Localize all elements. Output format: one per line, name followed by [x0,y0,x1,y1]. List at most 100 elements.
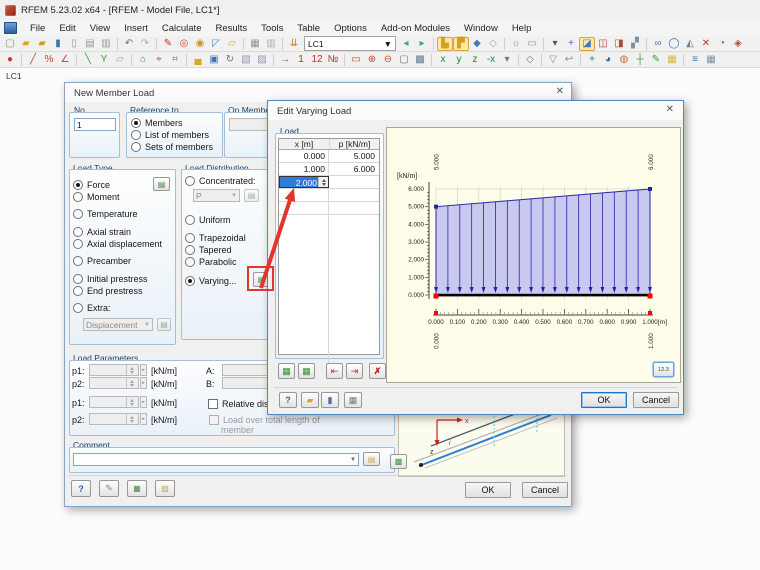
chain-link-icon[interactable]: ∞ [650,37,666,51]
cell-x1[interactable]: 0.000 [279,150,329,162]
insert-row-button[interactable]: ⇤ [326,363,343,379]
shaded-view-icon[interactable]: ▩ [412,53,428,67]
radio-end-prestress[interactable]: End prestress [73,286,143,296]
extra-type-select[interactable]: Displacement ▼ [83,318,153,331]
calculator-button[interactable]: ▦ [344,392,362,408]
close-icon[interactable]: ✕ [556,87,564,97]
radio-extra[interactable]: Extra: [73,303,111,313]
polyline-icon[interactable]: ∠ [57,53,73,67]
new-block-icon[interactable]: ▄ [190,53,206,67]
menu-tools[interactable]: Tools [254,22,290,35]
menu-results[interactable]: Results [208,22,254,35]
column-header-x[interactable]: x [m] [279,139,330,149]
zoom-out-icon[interactable]: ⊖ [380,53,396,67]
zoom-find-icon[interactable]: ◎ [176,37,192,51]
tables-toggle-icon[interactable]: ▦ [703,53,719,67]
filter-view-icon[interactable]: ▽ [545,53,561,67]
show-axes-icon[interactable]: + [584,53,600,67]
renumber-icon[interactable]: № [325,53,341,67]
snap-settings-icon[interactable]: ▾ [547,37,563,51]
edit-varying-load-titlebar[interactable]: Edit Varying Load [268,101,683,120]
save-icon[interactable]: ▮ [50,37,66,51]
render-target-icon[interactable]: ◉ [192,37,208,51]
spinner[interactable] [318,177,328,187]
radio-force[interactable]: Force [73,180,110,190]
member-set-icon[interactable]: Y [96,53,112,67]
grid-settings-icon[interactable]: + [563,37,579,51]
mirror-tool-icon[interactable]: ◭ [682,37,698,51]
wind-generator-icon[interactable]: ☼ [508,37,524,51]
new-node-icon[interactable]: ● [2,53,18,67]
delete-all-rows-button[interactable]: ✗ [369,363,386,379]
addon-modules-icon[interactable]: ◈ [730,37,746,51]
p1b-field[interactable] [89,396,139,408]
radio-members[interactable]: Members [131,118,183,128]
quick-input-button[interactable]: ▨ [155,480,175,497]
cell-p3[interactable] [329,176,378,188]
open-folder-icon[interactable]: ▰ [18,37,34,51]
spinner[interactable] [126,414,136,424]
guidelines-icon[interactable]: ▞ [627,37,643,51]
load-from-file-button[interactable]: ▰ [301,392,319,408]
isometric-view-icon[interactable]: ◇ [522,53,538,67]
display-values-button[interactable]: 12.3 [653,362,674,377]
new-file-icon[interactable]: ▢ [2,37,18,51]
load-number-field[interactable]: 1 [74,118,116,131]
draw-tool-icon[interactable]: ✎ [648,53,664,67]
save-to-file-button[interactable]: ▮ [321,392,339,408]
radio-concentrated[interactable]: Concentrated: [185,176,256,186]
load-case-manager-icon[interactable]: ▛ [453,36,469,51]
open-model-icon[interactable]: ▰ [34,37,50,51]
cell-p1[interactable]: 5.000 [329,150,378,162]
concentrated-type-select[interactable]: P ▼ [193,189,240,202]
plane-yz-icon[interactable]: ◨ [611,37,627,51]
select-cursor-icon[interactable]: ◸ [208,37,224,51]
redo-icon[interactable]: ↷ [137,37,153,51]
help-button[interactable]: ? [71,480,91,497]
numbering-one-icon[interactable]: 1 [293,53,309,67]
spiral-tool-icon[interactable]: ◔ [714,37,730,51]
edit-comment-button[interactable]: ✎ [99,480,119,497]
menu-table[interactable]: Table [290,22,327,35]
divide-line-icon[interactable]: % [41,53,57,67]
zoom-in-icon[interactable]: ⊕ [364,53,380,67]
radio-precamber[interactable]: Precamber [73,256,131,266]
control-panel-icon[interactable]: ▦ [664,53,680,67]
radio-varying[interactable]: Varying... [185,276,236,286]
p1-expand-button[interactable]: ▸ [140,364,147,376]
new-load-case-icon[interactable]: ▙ [437,36,453,51]
spinner[interactable] [126,397,136,407]
p1-field[interactable] [89,364,139,376]
ok-button[interactable]: OK [465,482,511,498]
p2-field[interactable] [89,377,139,389]
edit-marker-icon[interactable]: ✎ [160,37,176,51]
table-row-editing[interactable]: 2.000 [279,176,379,189]
help-button[interactable]: ? [279,392,297,408]
delete-selection-icon[interactable]: ✕ [698,37,714,51]
cell-x2[interactable]: 1.000 [279,163,329,175]
table-show-icon[interactable]: ▦ [247,37,263,51]
table-hide-icon[interactable]: ▥ [263,37,279,51]
menu-addon-modules[interactable]: Add-on Modules [374,22,457,35]
new-solid-icon[interactable]: ▧ [238,53,254,67]
p1b-expand-button[interactable]: ▸ [140,396,147,408]
column-header-p[interactable]: p [kN/m] [330,139,379,149]
numbering-all-icon[interactable]: 12 [309,53,325,67]
select-frame-icon[interactable]: ⌗ [167,53,183,67]
force-direction-button[interactable]: ▤ [153,177,170,191]
zoom-window-icon[interactable]: ▭ [348,53,364,67]
p2-expand-button[interactable]: ▸ [140,377,147,389]
print-preview-icon[interactable]: ▥ [98,37,114,51]
close-icon[interactable]: ✕ [666,105,674,115]
delete-row-button[interactable]: ⇥ [346,363,363,379]
radio-trapezoidal[interactable]: Trapezoidal [185,233,246,243]
menu-window[interactable]: Window [457,22,505,35]
vehicle-loads-icon[interactable]: ▭ [524,37,540,51]
rotate-tool-icon[interactable]: ↻ [222,53,238,67]
menu-insert[interactable]: Insert [117,22,155,35]
display-properties-icon[interactable]: ◍ [616,53,632,67]
save-as-icon[interactable]: ▯ [66,37,82,51]
view-z-icon[interactable]: z [467,53,483,67]
p2b-field[interactable] [89,413,139,425]
menu-options[interactable]: Options [327,22,374,35]
